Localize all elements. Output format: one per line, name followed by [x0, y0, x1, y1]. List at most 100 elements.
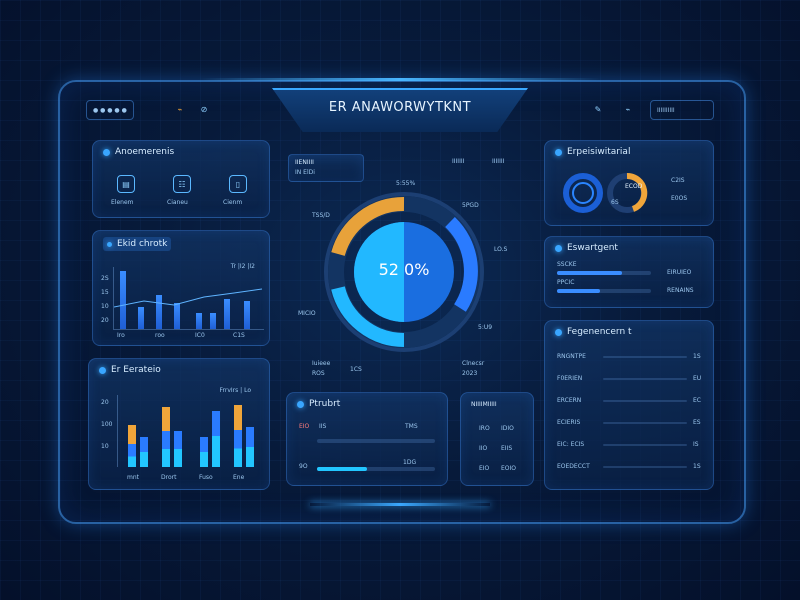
stack-plot-area	[117, 395, 258, 467]
progress-track	[317, 467, 435, 471]
list-item-track	[603, 400, 687, 402]
ring-value: 6S	[611, 199, 619, 206]
people-icon: ☷	[173, 175, 191, 193]
link-icon[interactable]: ⊘	[196, 101, 212, 117]
overview-title: Anoemerenis	[115, 147, 175, 157]
list-item-value: EU	[693, 375, 702, 382]
list-item-track	[603, 422, 687, 424]
top-left-controls[interactable]: ● ● ● ● ●	[86, 100, 134, 120]
bar-chart-panel: Ekid chrotk Tr |I2 |I2 2S 15 10 20 Iro r…	[92, 230, 270, 346]
trend-line	[114, 288, 263, 308]
list-item-label: EOEDECCT	[557, 463, 590, 470]
list-item-track	[603, 444, 687, 446]
progress-title: Eswartgent	[567, 243, 618, 253]
document-icon: ▯	[229, 175, 247, 193]
metric-label: 9O	[299, 463, 308, 470]
center-box-title: IIENIIII	[295, 159, 314, 166]
donut-legend: 1CS	[350, 366, 362, 373]
donut-label: 5PGD	[462, 202, 479, 209]
metric-value: TMS	[405, 423, 418, 430]
status-dot-icon	[99, 366, 106, 374]
donut-label: LO.S	[494, 246, 508, 253]
list-item-value: ES	[693, 419, 701, 426]
stack-panel-title: Er Eerateio	[111, 365, 161, 375]
ring-value: E0OS	[671, 195, 688, 202]
y-tick: 2S	[101, 275, 109, 282]
page-title: ER ANAWORWYTKNT	[328, 100, 472, 115]
stats-title: NIIIIMIIIII	[471, 401, 497, 408]
signal-icon[interactable]: ⌁	[172, 101, 188, 117]
center-info-box[interactable]: IIENIIII IN ElDi	[288, 154, 364, 182]
metrics-panel: Ptrubrt EIO IIS TMS 9O 1DG	[286, 392, 448, 486]
progress-label: PPCIC	[557, 279, 575, 286]
x-tick: IC0	[195, 332, 205, 339]
stat-value: EIIS	[501, 445, 513, 452]
stacked-chart-panel: Er Eerateio FrrvIrs | Lo 20 100 10 mnt D…	[88, 358, 270, 490]
progress-track	[557, 271, 651, 275]
x-tick: C1S	[233, 332, 245, 339]
y-tick: 100	[101, 421, 113, 428]
x-tick: Ene	[233, 474, 245, 481]
top-right-control[interactable]: IIIIIIIIII	[650, 100, 714, 120]
ring-panel: Erpeisiwitarial ECOD 6S C2IS E0OS	[544, 140, 714, 226]
list-item-track	[603, 378, 687, 380]
donut-label: 5:U9	[478, 324, 493, 331]
center-tab[interactable]: IIIIIII	[492, 158, 504, 165]
status-dot-icon	[297, 400, 304, 408]
status-dots: ● ● ● ● ●	[93, 106, 127, 114]
list-item-label: RNGNTPE	[557, 353, 586, 360]
list-item-value: 1S	[693, 463, 701, 470]
progress-fill	[557, 271, 622, 275]
x-tick: Iro	[117, 332, 125, 339]
donut-label: MICIO	[298, 310, 316, 317]
overview-item[interactable]: ☷ Cianeu	[167, 175, 191, 206]
donut-legend: Iuieee	[312, 360, 331, 367]
donut-legend: 2023	[462, 370, 478, 377]
center-box-sub: IN ElDi	[295, 169, 315, 176]
list-title: Fegenencern t	[567, 327, 632, 337]
progress-panel: Eswartgent SSCKE EIRUIEO PPCIC RENAINS	[544, 236, 714, 308]
metric-value: 1DG	[403, 459, 417, 466]
frame-top-glow	[200, 78, 600, 81]
list-item-label: ERCERN	[557, 397, 582, 404]
y-tick: 20	[101, 317, 109, 324]
list-item-label: ECIERIS	[557, 419, 581, 426]
pen-icon[interactable]: ⌁	[620, 101, 636, 117]
donut-label: TSS/D	[312, 212, 330, 219]
donut-center-value: 52 0%	[378, 260, 430, 279]
list-item-value: EC	[693, 397, 701, 404]
stat-value: IDIO	[501, 425, 514, 432]
x-tick: mnt	[127, 474, 139, 481]
bar-panel-title: Ekid chrotk	[117, 239, 168, 249]
metrics-title: Ptrubrt	[309, 399, 341, 409]
overview-panel: Anoemerenis ▤ Elenem ☷ Cianeu ▯ Cienm	[92, 140, 270, 218]
x-tick: roo	[155, 332, 165, 339]
ring-value: ECOD	[625, 183, 643, 190]
center-tab[interactable]: IIIIIII	[452, 158, 464, 165]
list-item-label: EIC: ECIS	[557, 441, 585, 448]
y-tick: 20	[101, 399, 109, 406]
status-dot-icon	[107, 241, 112, 247]
status-dot-icon	[103, 148, 110, 156]
progress-fill	[317, 467, 367, 471]
status-dot-icon	[555, 328, 562, 336]
overview-item[interactable]: ▤ Elenem	[111, 175, 135, 206]
stacked-bar	[174, 431, 182, 467]
y-tick: 10	[101, 303, 109, 310]
stacked-bar	[200, 437, 208, 467]
x-tick: Drort	[161, 474, 177, 481]
edit-icon[interactable]: ✎	[590, 101, 606, 117]
status-dot-icon	[555, 244, 562, 252]
overview-item[interactable]: ▯ Cienm	[223, 175, 247, 206]
stacked-bar	[128, 425, 136, 467]
list-panel: Fegenencern t RNGNTPE 1S F0ERIEN EU ERCERN EC…	[544, 320, 714, 490]
progress-track	[557, 289, 651, 293]
y-tick: 15	[101, 289, 109, 296]
chart-icon: ▤	[117, 175, 135, 193]
ring-title: Erpeisiwitarial	[567, 147, 631, 157]
stat-label: EIO	[479, 465, 490, 472]
list-item-value: 1S	[693, 353, 701, 360]
stacked-bar	[212, 411, 220, 467]
progress-value: EIRUIEO	[667, 269, 692, 276]
progress-label: SSCKE	[557, 261, 577, 268]
